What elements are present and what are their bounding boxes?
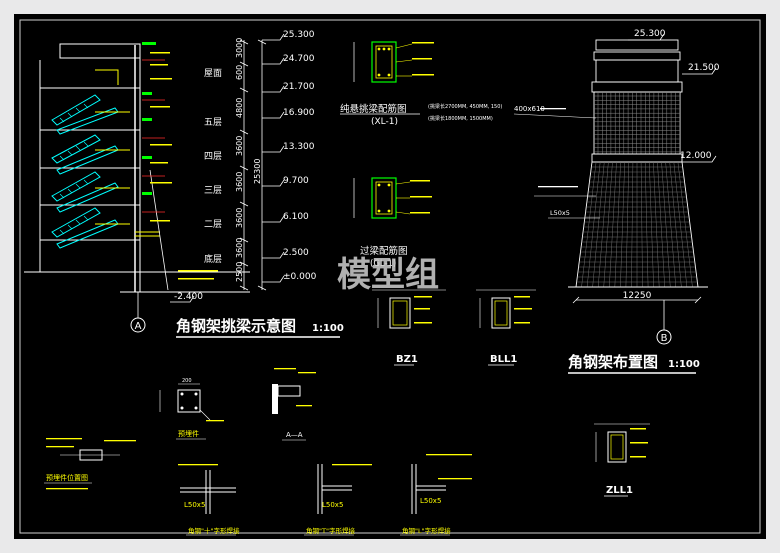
t-spec: L50x5	[322, 501, 343, 509]
dim-2: 4800	[235, 98, 244, 118]
floor-label-roof: 屋面	[204, 68, 222, 79]
bz1-label: BZ1	[396, 354, 418, 365]
level-3: 16.900	[283, 108, 315, 118]
right-title: 角钢架布置图	[568, 353, 658, 371]
beam-title: 纯悬挑梁配筋图	[340, 103, 407, 115]
watermark: 模型组	[337, 255, 439, 295]
total-dim: 25300	[253, 159, 262, 184]
dim-4: 3600	[235, 172, 244, 192]
left-scale: 1:100	[312, 323, 344, 334]
level-0: 25.300	[283, 30, 315, 40]
l-spec: L50x5	[420, 497, 441, 505]
left-title: 角钢架挑梁示意图	[176, 317, 296, 335]
dim-8: 2500	[235, 262, 244, 282]
level-6: 6.100	[283, 212, 309, 222]
embed-dim: 200	[182, 378, 192, 384]
dim-6: 3600	[235, 238, 244, 258]
t-joint-label: 角钢"T"字形焊接	[306, 526, 355, 535]
bll1-label: BLL1	[490, 354, 517, 365]
axis-label-b: B	[661, 333, 668, 344]
right-level-2: 12.000	[680, 151, 712, 161]
zll1-label: ZLL1	[606, 485, 633, 496]
dim-5: 3600	[235, 208, 244, 228]
level-7: 2.500	[283, 248, 309, 258]
drawing-canvas: 屋面 五层 四层 三层 二层 底层 3000 600 4800 3600 360…	[0, 0, 780, 553]
beam-code: (XL-1)	[371, 117, 398, 127]
width-dim: 12250	[623, 291, 652, 301]
cross-joint-label: 角钢"十"字形焊接	[188, 526, 240, 535]
level-5: 9.700	[283, 176, 309, 186]
dim-1: 600	[235, 65, 244, 80]
level-8: ±0.000	[283, 272, 317, 282]
right-level-0: 25.300	[634, 29, 666, 39]
level-2: 21.700	[283, 82, 315, 92]
right-level-1: 21.500	[688, 63, 720, 73]
floor-label-5: 五层	[204, 117, 222, 128]
dim-0: 3000	[235, 38, 244, 58]
right-note-2: L50x5	[550, 209, 570, 217]
beam-note-1: (挑梁长2700MM, 450MM, 150)	[428, 103, 502, 110]
axis-label-a: A	[135, 321, 142, 332]
floor-label-1: 底层	[204, 253, 222, 265]
cross-spec: L50x5	[184, 501, 205, 509]
embed-label: 预埋件	[178, 429, 199, 438]
l-joint-label: 角钢"L"字形焊接	[402, 526, 451, 535]
level-4: 13.300	[283, 142, 315, 152]
level-9: -2.400	[174, 292, 203, 302]
embed-pos-label: 预埋件位置图	[46, 473, 88, 482]
aa-plate	[272, 384, 278, 414]
floor-label-3: 三层	[204, 185, 222, 196]
right-scale: 1:100	[668, 359, 700, 370]
floor-label-4: 四层	[204, 151, 222, 162]
aa-label: A—A	[286, 431, 303, 439]
cad-drawing: 屋面 五层 四层 三层 二层 底层 3000 600 4800 3600 360…	[14, 14, 766, 539]
dim-3: 3600	[235, 136, 244, 156]
level-1: 24.700	[283, 54, 315, 64]
beam-note-2: (挑梁长1800MM, 1500MM)	[428, 115, 493, 122]
floor-label-2: 二层	[204, 219, 222, 230]
